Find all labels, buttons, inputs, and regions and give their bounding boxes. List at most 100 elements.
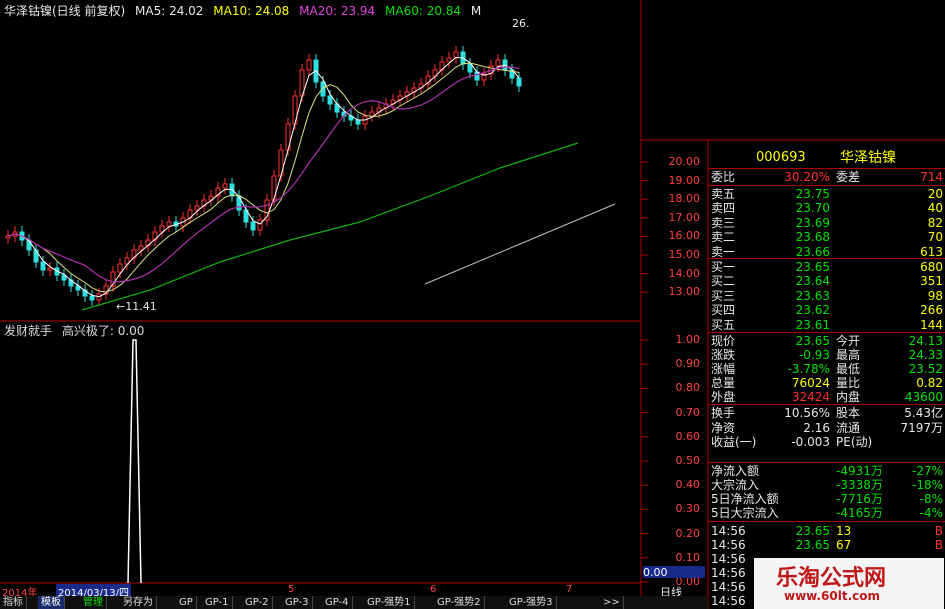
ma60-line [81, 142, 579, 311]
quote-row: 卖一 23.66 613 [708, 245, 945, 259]
tab-indicator[interactable]: 指标 [0, 596, 27, 609]
tab-gp1[interactable]: GP-1 [202, 596, 233, 609]
candle-body [89, 295, 95, 301]
buy-label: 买四 [711, 303, 736, 318]
indicator-tick: 0.70 [675, 405, 701, 419]
tab-manage[interactable]: 管理 [80, 596, 107, 609]
buy-label: 买五 [711, 317, 736, 332]
chart-header: 华泽钴镍(日线 前复权) MA5: 24.02 MA10: 24.08 MA20… [4, 2, 487, 19]
price-tick: 20.00 [668, 155, 701, 168]
sell-volume: 613 [920, 244, 943, 259]
stat-value: 23.52 [908, 362, 943, 376]
buy-label: 买一 [711, 260, 736, 274]
high-annotation: 26. [512, 17, 530, 30]
sell-price: 23.69 [795, 215, 830, 230]
flow-value: -4931万 [836, 464, 883, 478]
tick-time: 14:56 [711, 594, 746, 608]
candle-body [516, 77, 522, 87]
finance-label: 换手 [711, 406, 736, 420]
tab-save-as[interactable]: 另存为 [120, 596, 157, 609]
tab-gp3[interactable]: GP-3 [282, 596, 313, 609]
buy-volume: 351 [920, 274, 943, 289]
stat-label: 量比 [836, 376, 861, 390]
candle-body [5, 235, 11, 239]
quote-row: 涨幅 -3.78% 最低 23.52 [708, 362, 945, 376]
tick-time: 14:56 [711, 580, 746, 594]
quote-row: 5日大宗流入 -4165万 -4% [708, 506, 945, 520]
indicator-spike [127, 339, 142, 584]
indicator-header: 发财就手 高兴极了: 0.00 [4, 322, 144, 339]
flow-label: 大宗流入 [711, 478, 760, 492]
buy-volume: 266 [920, 303, 943, 318]
quote-row: 卖五 23.75 20 [708, 187, 945, 201]
buy-label: 买二 [711, 274, 736, 289]
quote-row: 净流入额 -4931万 -27% [708, 464, 945, 478]
indicator-tick: 1.00 [675, 333, 701, 346]
stat-label: 涨跌 [711, 348, 736, 362]
quote-row: 卖四 23.70 40 [708, 201, 945, 215]
price-tick: 19.00 [668, 173, 701, 187]
price-tick: 16.00 [668, 229, 701, 243]
bottom-tabs: 指标 模板 管理 另存为 GP GP-1 GP-2 GP-3 GP-4 GP-强… [0, 596, 708, 609]
indicator-tick: 0.20 [675, 526, 701, 540]
ratio-value: 30.20% [784, 170, 830, 184]
tab-more[interactable]: >> [600, 596, 624, 609]
buy-volume: 680 [920, 260, 943, 274]
diff-label: 委差 [836, 170, 861, 184]
price-tick: 13.00 [668, 285, 701, 299]
candle-body [250, 221, 256, 231]
quote-row: 卖三 23.69 82 [708, 216, 945, 230]
stat-label: 涨幅 [711, 362, 736, 376]
buy-label: 买三 [711, 288, 736, 303]
indicator-tick: 0.40 [675, 478, 701, 492]
quote-row: 卖二 23.68 70 [708, 230, 945, 244]
candle-body [355, 119, 361, 125]
ma-more-label: M [470, 4, 482, 18]
buy-price: 23.64 [795, 274, 830, 289]
buy-volume: 144 [920, 317, 943, 332]
tab-gp-strong3[interactable]: GP-强势3 [506, 596, 557, 609]
quote-row: 换手 10.56% 股本 5.43亿 [708, 406, 945, 420]
candle-body [166, 221, 172, 227]
flow-value: -4165万 [836, 506, 883, 520]
tick-time: 14:56 [711, 566, 746, 580]
tab-gp[interactable]: GP [176, 596, 197, 609]
indicator-tick: 0.30 [675, 502, 701, 516]
sell-label: 卖一 [711, 244, 736, 259]
tab-template[interactable]: 模板 [38, 596, 65, 609]
flow-pct: -4% [919, 506, 943, 520]
diff-value: 714 [920, 170, 943, 184]
tab-gp2[interactable]: GP-2 [242, 596, 273, 609]
indicator-tick: 0.10 [675, 550, 701, 564]
price-tick: 18.00 [668, 192, 701, 206]
finance-label: 收益(一) [711, 435, 757, 449]
indicator-name: 发财就手 [4, 324, 53, 338]
price-tick: 14.00 [668, 266, 701, 280]
flow-label: 净流入额 [711, 464, 760, 478]
tab-gp-strong2[interactable]: GP-强势2 [434, 596, 485, 609]
low-annotation: ←11.41 [116, 300, 157, 313]
tick-flag: B [934, 538, 943, 552]
finance-label: PE(动) [836, 435, 873, 449]
indicator-value-box: 0.00 [643, 566, 705, 579]
stat-value: 32424 [791, 390, 830, 404]
stat-value: -3.78% [787, 362, 830, 376]
tab-gp-strong1[interactable]: GP-强势1 [364, 596, 415, 609]
flow-pct: -27% [911, 464, 943, 478]
candle-body [257, 219, 263, 231]
quote-row: 14:56 23.65 13 B [708, 524, 945, 538]
finance-label: 流通 [836, 420, 861, 435]
stat-label: 今开 [836, 334, 861, 348]
stat-value: 24.33 [908, 348, 943, 362]
sell-price: 23.66 [795, 244, 830, 259]
stat-value: 43600 [904, 390, 943, 404]
quote-row: 收益(一) -0.003 PE(动) [708, 435, 945, 449]
date-month-5: 5 [288, 584, 295, 595]
candle-body [47, 267, 53, 271]
ma20-line [7, 66, 520, 283]
quote-row: 买五 23.61 144 [708, 318, 945, 332]
finance-value: -0.003 [791, 435, 830, 449]
candle-body [117, 263, 123, 273]
tab-gp4[interactable]: GP-4 [322, 596, 353, 609]
stat-label: 内盘 [836, 390, 861, 404]
